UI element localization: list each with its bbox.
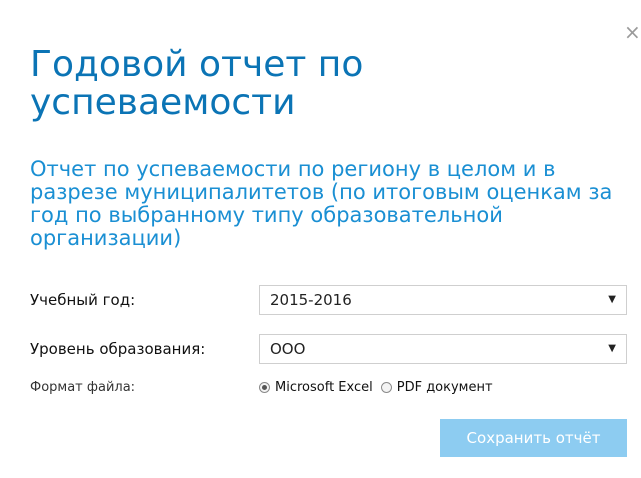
file-format-row: Формат файла: Microsoft Excel PDF докуме… bbox=[30, 378, 630, 408]
close-icon[interactable]: × bbox=[624, 22, 641, 42]
file-format-label: Формат файла: bbox=[30, 380, 136, 395]
radio-pdf[interactable] bbox=[380, 382, 392, 393]
school-year-row: Учебный год: 2015-2016 ▼ bbox=[30, 285, 630, 315]
report-dialog: × Годовой отчет по успеваемости Отчет по… bbox=[0, 0, 641, 478]
save-report-button[interactable]: Сохранить отчёт bbox=[440, 419, 627, 457]
education-level-select[interactable]: ООО ▼ bbox=[259, 334, 627, 364]
education-level-row: Уровень образования: ООО ▼ bbox=[30, 334, 630, 364]
school-year-value: 2015-2016 bbox=[270, 291, 352, 309]
dialog-subtitle: Отчет по успеваемости по региону в целом… bbox=[30, 157, 613, 250]
radio-excel[interactable] bbox=[259, 382, 270, 393]
file-format-radio-group: Microsoft Excel PDF документ bbox=[259, 380, 501, 395]
format-option-excel-label: Microsoft Excel bbox=[275, 380, 373, 395]
format-option-pdf[interactable]: PDF документ bbox=[380, 380, 493, 395]
format-option-pdf-label: PDF документ bbox=[396, 380, 493, 395]
chevron-down-icon: ▼ bbox=[608, 294, 616, 305]
dialog-title: Годовой отчет по успеваемости bbox=[30, 44, 364, 123]
school-year-select[interactable]: 2015-2016 ▼ bbox=[259, 285, 627, 315]
education-level-value: ООО bbox=[270, 340, 306, 358]
format-option-excel[interactable]: Microsoft Excel bbox=[259, 380, 373, 395]
school-year-label: Учебный год: bbox=[30, 291, 136, 309]
chevron-down-icon: ▼ bbox=[608, 343, 616, 354]
education-level-label: Уровень образования: bbox=[30, 340, 206, 358]
